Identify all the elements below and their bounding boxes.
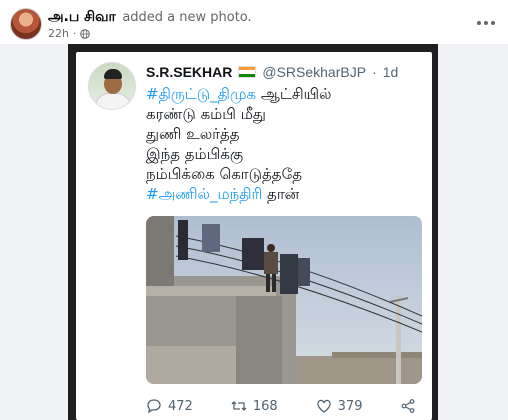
post-title-line: அ.ப சிவா added a new photo.: [48, 9, 252, 27]
tweet-separator: ·: [372, 64, 377, 80]
author-name[interactable]: அ.ப சிவா: [48, 9, 116, 25]
tweet-author-avatar: [88, 62, 136, 110]
tweet-text: #திருட்டு_திமுக ஆட்சியில் கரண்டு கம்பி ம…: [146, 84, 416, 204]
share-icon: [402, 399, 415, 413]
tweet-line: #அணில்_மந்திரி தான்: [146, 185, 300, 203]
post-meta: 22h ·: [48, 27, 91, 40]
post-action-text: added a new photo.: [122, 10, 252, 25]
tweet-line: நம்பிக்கை கொடுத்ததே: [146, 165, 302, 183]
tweet-photo: [146, 216, 422, 384]
reply-action: 472: [146, 398, 193, 414]
tweet-line: இந்த தம்பிக்கு: [146, 145, 244, 163]
tweet-header: S.R.SEKHAR @SRSekharBJP · 1d: [146, 64, 398, 80]
hashtag: #திருட்டு_திமுக: [146, 85, 257, 103]
tweet-line: கரண்டு கம்பி மீது: [146, 105, 266, 123]
tweet-line: #திருட்டு_திமுக ஆட்சியில்: [146, 85, 332, 103]
reply-icon: [147, 399, 161, 414]
tweet-time: 1d: [382, 64, 399, 80]
post-header: அ.ப சிவா added a new photo. 22h ·: [0, 0, 508, 44]
hashtag: #அணில்_மந்திரி: [146, 185, 263, 203]
share-action: [400, 398, 416, 414]
heart-icon: [317, 399, 331, 413]
tweet-card: S.R.SEKHAR @SRSekharBJP · 1d #திருட்டு_த…: [76, 52, 432, 420]
retweet-count: 168: [252, 398, 278, 414]
retweet-action: 168: [231, 398, 278, 414]
author-avatar[interactable]: [10, 8, 42, 40]
like-count: 379: [337, 398, 363, 414]
like-action: 379: [316, 398, 363, 414]
india-flag-icon: [238, 66, 257, 78]
tweet-actions: 472 168 379: [146, 396, 422, 416]
retweet-icon: [231, 401, 247, 411]
tweet-line: துணி உலர்த்த: [146, 125, 240, 143]
tweet-handle: @SRSekharBJP: [262, 64, 367, 80]
globe-icon: [80, 28, 91, 39]
reply-count: 472: [168, 398, 193, 414]
post-time[interactable]: 22h: [48, 27, 69, 40]
tweet-author-name: S.R.SEKHAR: [146, 64, 233, 80]
more-options-icon[interactable]: [474, 14, 498, 32]
